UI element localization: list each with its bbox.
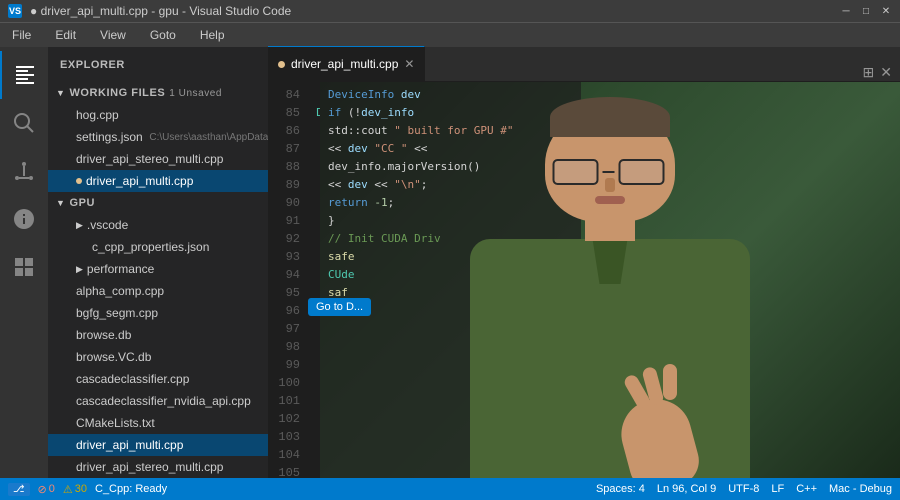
file-bgfg[interactable]: bgfg_segm.cpp	[48, 302, 268, 324]
activity-search[interactable]	[0, 99, 48, 147]
glass-left	[553, 159, 599, 185]
status-right: Spaces: 4 Ln 96, Col 9 UTF-8 LF C++ Mac …	[596, 483, 892, 495]
file-browse-db[interactable]: browse.db	[48, 324, 268, 346]
activity-debug[interactable]	[0, 195, 48, 243]
menu-view[interactable]: View	[96, 26, 130, 44]
activity-git[interactable]	[0, 147, 48, 195]
menu-help[interactable]: Help	[196, 26, 229, 44]
file-cascade-nvidia[interactable]: cascadeclassifier_nvidia_api.cpp	[48, 390, 268, 412]
menu-edit[interactable]: Edit	[51, 26, 80, 44]
menu-bar: File Edit View Goto Help	[0, 22, 900, 47]
person-neck	[585, 220, 635, 241]
file-cascade[interactable]: cascadeclassifier.cpp	[48, 368, 268, 390]
person-body	[470, 239, 750, 478]
title-bar: VS ● driver_api_multi.cpp - gpu - Visual…	[0, 0, 900, 22]
activity-extensions[interactable]	[0, 243, 48, 291]
editor-tab-icons: ⊞ ✕	[855, 64, 900, 81]
file-cmake[interactable]: CMakeLists.txt	[48, 412, 268, 434]
split-editor-button[interactable]: ⊞	[863, 64, 875, 81]
language-indicator[interactable]: C++	[796, 483, 817, 495]
person-hand	[614, 391, 705, 478]
main-layout: Explorer ▼ Working Files 1 Unsaved hog.c…	[0, 47, 900, 478]
spaces-indicator[interactable]: Spaces: 4	[596, 483, 645, 495]
error-count[interactable]: ⊘ 0	[38, 483, 55, 496]
line-ending-indicator[interactable]: LF	[771, 483, 784, 495]
folder-vscode[interactable]: ▶.vscode	[48, 214, 268, 236]
window-title: ● driver_api_multi.cpp - gpu - Visual St…	[30, 4, 291, 18]
error-icon: ⊘	[38, 483, 47, 496]
status-bar: ⎇ ⊘ 0 ⚠ 30 C_Cpp: Ready Spaces: 4 Ln 96,…	[0, 478, 900, 500]
folder-performance[interactable]: ▶performance	[48, 258, 268, 280]
working-files-section[interactable]: ▼ Working Files 1 Unsaved	[48, 82, 268, 104]
sidebar: Explorer ▼ Working Files 1 Unsaved hog.c…	[48, 47, 268, 478]
maximize-button[interactable]: □	[860, 5, 872, 17]
close-button[interactable]: ✕	[880, 5, 892, 17]
close-editor-button[interactable]: ✕	[880, 64, 892, 81]
person-head	[545, 107, 675, 222]
modified-indicator	[76, 178, 82, 184]
warning-count[interactable]: ⚠ 30	[63, 483, 87, 496]
branch-status: C_Cpp: Ready	[95, 483, 167, 495]
encoding-indicator[interactable]: UTF-8	[728, 483, 759, 495]
app-icon: VS	[8, 4, 22, 18]
file-c-cpp-props[interactable]: c_cpp_properties.json	[48, 236, 268, 258]
menu-goto[interactable]: Goto	[146, 26, 180, 44]
cursor-position[interactable]: Ln 96, Col 9	[657, 483, 716, 495]
status-left: ⎇ ⊘ 0 ⚠ 30 C_Cpp: Ready	[8, 483, 167, 496]
platform-indicator[interactable]: Mac - Debug	[829, 483, 892, 495]
line-numbers: 8485868788 8990919293 9495969798 9910010…	[268, 82, 308, 478]
video-overlay: DeviceInfo dev if (!dev_info std::cout "…	[320, 82, 900, 478]
gpu-section[interactable]: ▼ GPU	[48, 192, 268, 214]
code-editor: 8485868788 8990919293 9495969798 9910010…	[268, 82, 900, 478]
working-file-stereo[interactable]: driver_api_stereo_multi.cpp	[48, 148, 268, 170]
file-driver-stereo[interactable]: driver_api_stereo_multi.cpp	[48, 456, 268, 478]
file-driver-multi[interactable]: driver_api_multi.cpp	[48, 434, 268, 456]
goto-definition-tooltip[interactable]: Go to D...	[308, 298, 371, 316]
glass-bridge	[603, 171, 615, 173]
menu-file[interactable]: File	[8, 26, 35, 44]
sidebar-header: Explorer	[48, 47, 268, 82]
file-alpha-comp[interactable]: alpha_comp.cpp	[48, 280, 268, 302]
tab-close-button[interactable]: ✕	[404, 57, 414, 71]
file-browse-vc[interactable]: browse.VC.db	[48, 346, 268, 368]
minimize-button[interactable]: ─	[840, 5, 852, 17]
editor-tabs: driver_api_multi.cpp ✕ ⊞ ✕	[268, 47, 900, 82]
activity-bar	[0, 47, 48, 478]
warning-icon: ⚠	[63, 483, 73, 496]
working-file-multi-active[interactable]: driver_api_multi.cpp	[48, 170, 268, 192]
video-person: DeviceInfo dev if (!dev_info std::cout "…	[320, 82, 900, 478]
source-control-badge[interactable]: ⎇	[8, 483, 30, 496]
working-file-hog[interactable]: hog.cpp	[48, 104, 268, 126]
tab-modified-dot	[278, 61, 285, 68]
window-controls[interactable]: ─ □ ✕	[840, 5, 892, 17]
person-silhouette	[320, 82, 900, 478]
activity-explorer[interactable]	[0, 51, 48, 99]
glass-right	[619, 159, 665, 185]
editor-area: driver_api_multi.cpp ✕ ⊞ ✕ 8485868788 89…	[268, 47, 900, 478]
tab-label: driver_api_multi.cpp	[291, 57, 398, 71]
working-file-settings[interactable]: settings.json C:\Users\aasthan\AppData..…	[48, 126, 268, 148]
tab-driver-api-multi[interactable]: driver_api_multi.cpp ✕	[268, 46, 425, 81]
